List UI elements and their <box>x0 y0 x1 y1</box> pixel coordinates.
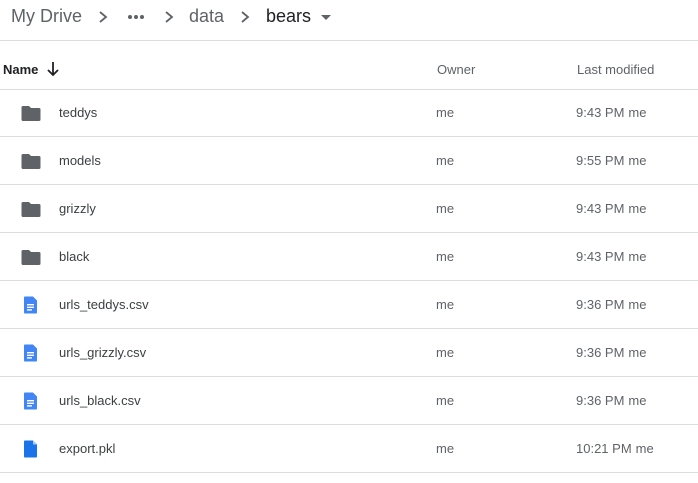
column-header: Name Owner Last modified <box>0 41 698 89</box>
chevron-right-icon <box>99 11 108 23</box>
file-owner: me <box>436 345 455 360</box>
breadcrumb-my-drive[interactable]: My Drive <box>11 6 82 27</box>
document-icon <box>21 344 41 362</box>
modified-time: 9:43 PM <box>576 105 625 120</box>
file-row[interactable]: teddys me 9:43 PM me <box>0 89 698 137</box>
column-name-header[interactable]: Name <box>3 62 38 77</box>
file-last-modified: 9:43 PM me <box>576 201 646 216</box>
file-name[interactable]: urls_grizzly.csv <box>59 345 146 360</box>
file-last-modified: 9:43 PM me <box>576 249 646 264</box>
file-row[interactable]: models me 9:55 PM me <box>0 137 698 185</box>
file-last-modified: 9:55 PM me <box>576 153 646 168</box>
file-row[interactable]: black me 9:43 PM me <box>0 233 698 281</box>
file-last-modified: 10:21 PM me <box>576 441 654 456</box>
more-horiz-icon[interactable] <box>127 14 145 20</box>
file-owner: me <box>436 441 455 456</box>
breadcrumb-bears[interactable]: bears <box>266 6 311 27</box>
caret-down-icon[interactable] <box>320 13 332 21</box>
modified-by: me <box>628 153 647 168</box>
file-owner: me <box>436 153 455 168</box>
document-icon <box>21 296 41 314</box>
column-owner-header: Owner <box>437 62 476 77</box>
folder-icon <box>21 152 41 170</box>
file-owner: me <box>436 249 455 264</box>
file-row[interactable]: export.pkl me 10:21 PM me <box>0 425 698 473</box>
modified-time: 9:36 PM <box>576 393 625 408</box>
modified-time: 9:36 PM <box>576 297 625 312</box>
file-last-modified: 9:36 PM me <box>576 297 646 312</box>
modified-time: 9:43 PM <box>576 201 625 216</box>
file-row[interactable]: urls_black.csv me 9:36 PM me <box>0 377 698 425</box>
drive-page: My Drive data bears Name Owner Last modi… <box>0 0 698 483</box>
modified-by: me <box>628 393 647 408</box>
modified-time: 9:43 PM <box>576 249 625 264</box>
modified-by: me <box>635 441 654 456</box>
file-list: teddys me 9:43 PM me models me 9:55 PM me grizzl… <box>0 89 698 473</box>
modified-by: me <box>628 105 647 120</box>
modified-time: 10:21 PM <box>576 441 632 456</box>
file-icon <box>21 440 41 458</box>
folder-icon <box>21 200 41 218</box>
modified-by: me <box>628 345 647 360</box>
file-name[interactable]: black <box>59 249 89 264</box>
file-name[interactable]: teddys <box>59 105 97 120</box>
chevron-right-icon <box>165 11 174 23</box>
file-last-modified: 9:36 PM me <box>576 393 646 408</box>
folder-icon <box>21 104 41 122</box>
file-row[interactable]: urls_grizzly.csv me 9:36 PM me <box>0 329 698 377</box>
document-icon <box>21 392 41 410</box>
file-owner: me <box>436 105 455 120</box>
file-row[interactable]: urls_teddys.csv me 9:36 PM me <box>0 281 698 329</box>
file-name[interactable]: models <box>59 153 101 168</box>
file-name[interactable]: export.pkl <box>59 441 115 456</box>
breadcrumb: My Drive data bears <box>0 0 698 38</box>
file-last-modified: 9:43 PM me <box>576 105 646 120</box>
arrow-down-icon[interactable] <box>46 61 60 77</box>
modified-by: me <box>628 201 647 216</box>
column-last-modified-header[interactable]: Last modified <box>577 62 654 77</box>
modified-by: me <box>628 297 647 312</box>
modified-by: me <box>628 249 647 264</box>
file-owner: me <box>436 297 455 312</box>
file-name[interactable]: grizzly <box>59 201 96 216</box>
file-owner: me <box>436 393 455 408</box>
folder-icon <box>21 248 41 266</box>
breadcrumb-data[interactable]: data <box>189 6 224 27</box>
file-last-modified: 9:36 PM me <box>576 345 646 360</box>
modified-time: 9:36 PM <box>576 345 625 360</box>
modified-time: 9:55 PM <box>576 153 625 168</box>
file-name[interactable]: urls_teddys.csv <box>59 297 149 312</box>
file-row[interactable]: grizzly me 9:43 PM me <box>0 185 698 233</box>
chevron-right-icon <box>241 11 250 23</box>
file-name[interactable]: urls_black.csv <box>59 393 141 408</box>
file-owner: me <box>436 201 455 216</box>
